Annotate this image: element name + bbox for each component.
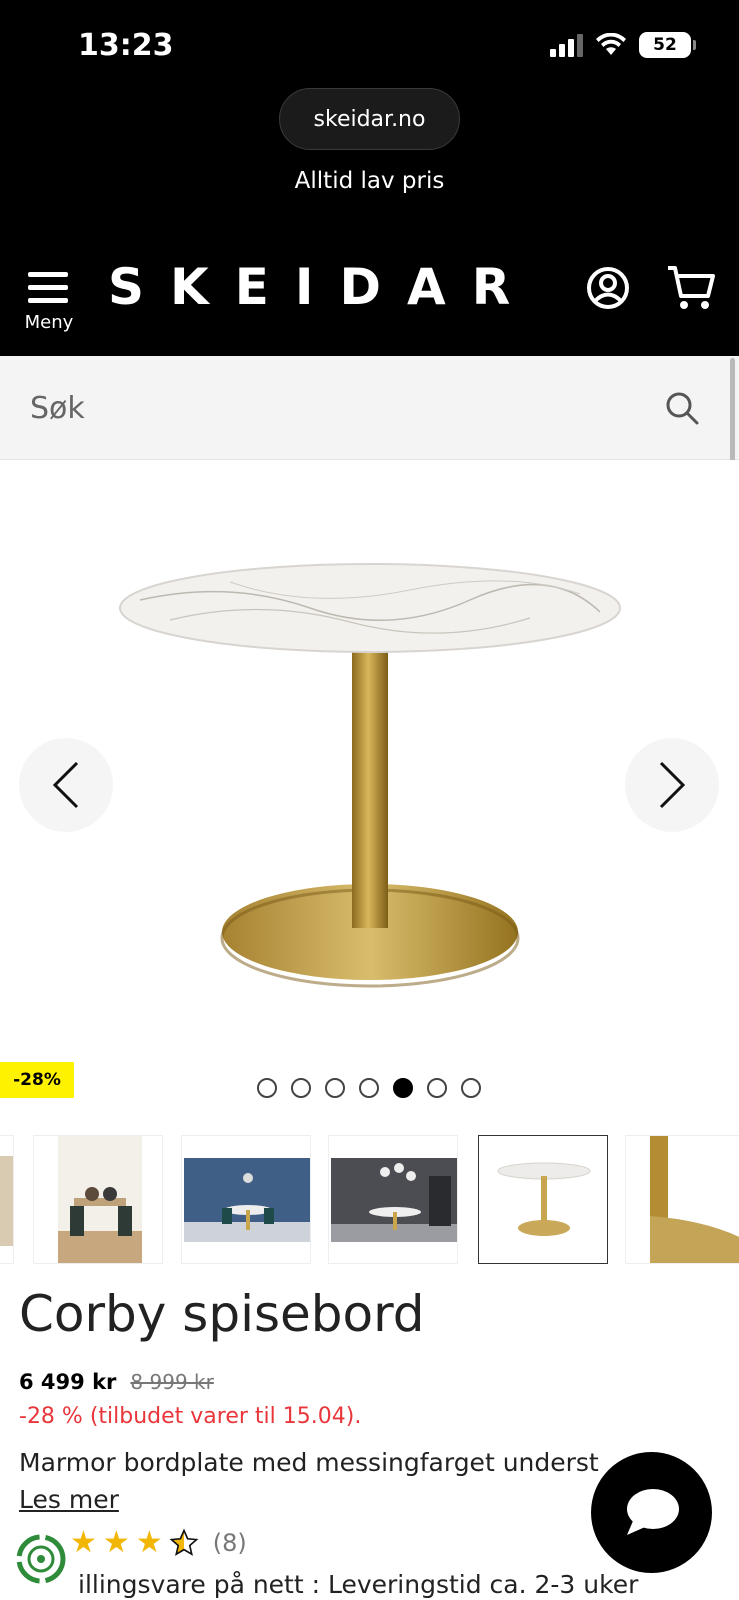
carousel-dot[interactable] xyxy=(291,1078,311,1098)
menu-button[interactable]: Meny xyxy=(22,266,76,340)
carousel-dots xyxy=(257,1078,481,1098)
carousel-dot[interactable] xyxy=(427,1078,447,1098)
thumbnail-selected[interactable] xyxy=(478,1135,608,1264)
menu-label: Meny xyxy=(24,312,74,333)
thumbnail-image xyxy=(650,1136,739,1263)
star-icon: ★ xyxy=(102,1525,130,1560)
thumbnail-image xyxy=(497,1162,591,1236)
carousel-dot[interactable] xyxy=(461,1078,481,1098)
current-price: 6 499 kr xyxy=(19,1370,117,1394)
carousel-dot[interactable] xyxy=(325,1078,345,1098)
product-image-carousel[interactable] xyxy=(0,460,739,1080)
search-icon[interactable] xyxy=(664,390,700,426)
thumbnail[interactable] xyxy=(181,1135,311,1264)
thumbnail[interactable] xyxy=(625,1135,739,1264)
carousel-dot[interactable] xyxy=(359,1078,379,1098)
read-more-link[interactable]: Les mer xyxy=(19,1485,119,1514)
thumbnail[interactable] xyxy=(33,1135,163,1264)
url-bar[interactable]: skeidar.no xyxy=(279,88,460,150)
chevron-right-icon xyxy=(659,761,686,809)
chat-bubble-icon xyxy=(626,1488,679,1535)
hamburger-icon-bar xyxy=(28,298,68,303)
product-title: Corby spisebord xyxy=(19,1285,425,1343)
thumbnail-image xyxy=(184,1158,310,1242)
battery-icon: 52 xyxy=(639,32,696,58)
offer-text: -28 % (tilbudet varer til 15.04). xyxy=(19,1404,362,1429)
carousel-dot[interactable] xyxy=(257,1078,277,1098)
thumbnail-strip[interactable] xyxy=(0,1135,739,1265)
thumbnail-image xyxy=(58,1136,142,1263)
recycle-badge-icon[interactable] xyxy=(14,1532,68,1586)
carousel-dot-active[interactable] xyxy=(393,1078,413,1098)
wifi-icon xyxy=(596,33,626,55)
hamburger-icon xyxy=(28,272,68,277)
cart-icon[interactable] xyxy=(666,264,716,312)
product-image xyxy=(119,563,621,988)
site-logo[interactable]: SKEIDAR xyxy=(108,258,536,316)
chat-button[interactable] xyxy=(591,1452,712,1573)
review-count[interactable]: (8) xyxy=(213,1529,247,1557)
carousel-prev-button[interactable] xyxy=(19,738,113,832)
discount-badge: -28% xyxy=(0,1062,74,1098)
thumbnail[interactable] xyxy=(0,1135,14,1264)
search-input[interactable] xyxy=(30,384,630,432)
product-description: Marmor bordplate med messingfarget under… xyxy=(19,1448,599,1477)
price-row: 6 499 kr 8 999 kr xyxy=(19,1370,214,1394)
half-star-icon xyxy=(169,1528,199,1556)
chevron-left-icon xyxy=(52,761,79,809)
rating[interactable]: ★ ★ ★ (8) xyxy=(70,1528,247,1558)
status-time: 13:23 xyxy=(78,28,174,63)
star-icon: ★ xyxy=(70,1525,97,1560)
thumbnail[interactable] xyxy=(328,1135,458,1264)
status-icons: 52 xyxy=(550,32,696,58)
account-icon[interactable] xyxy=(586,266,630,310)
thumbnail-image xyxy=(0,1156,13,1246)
thumbnail-image xyxy=(331,1158,457,1242)
hamburger-icon-bar xyxy=(28,285,68,290)
old-price: 8 999 kr xyxy=(130,1370,214,1394)
site-tagline: Alltid lav pris xyxy=(294,168,445,194)
search-bar xyxy=(0,356,739,460)
signal-icon xyxy=(550,33,583,57)
carousel-next-button[interactable] xyxy=(625,738,719,832)
delivery-info: illingsvare på nett : Leveringstid ca. 2… xyxy=(78,1570,639,1599)
star-icon: ★ xyxy=(135,1525,163,1560)
